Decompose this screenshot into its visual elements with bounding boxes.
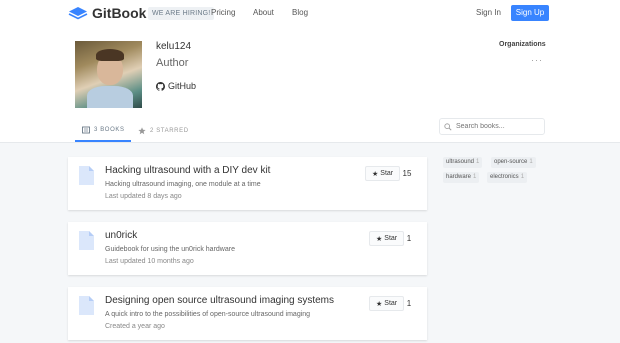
star-button[interactable]: ★ Star	[369, 296, 405, 311]
tag-count: 1	[529, 159, 533, 165]
tag-name: open-source	[494, 159, 528, 165]
tag-count: 1	[520, 174, 525, 180]
book-title[interactable]: Designing open source ultrasound imaging…	[105, 295, 334, 306]
github-label: GitHub	[168, 81, 197, 91]
search-input[interactable]	[456, 123, 536, 130]
hiring-badge[interactable]: WE ARE HIRING!	[148, 7, 215, 20]
star-count[interactable]: 1	[401, 231, 417, 246]
profile-username: kelu124	[156, 41, 192, 52]
top-navbar: GitBook WE ARE HIRING! Pricing About Blo…	[0, 0, 620, 27]
book-description: A quick intro to the possibilities of op…	[105, 311, 311, 318]
book-title[interactable]: un0rick	[105, 230, 137, 241]
book-description: Guidebook for using the un0rick hardware	[105, 246, 235, 253]
nav-pricing-link[interactable]: Pricing	[211, 8, 235, 17]
star-button[interactable]: ★ Star	[369, 231, 405, 246]
star-icon	[138, 126, 146, 134]
star-button-label: Star	[384, 235, 398, 242]
organizations-title: Organizations	[499, 41, 546, 48]
organizations-more[interactable]: ···	[531, 55, 543, 65]
books-list-area: Hacking ultrasound with a DIY dev kit Ha…	[0, 143, 620, 343]
book-card[interactable]: Designing open source ultrasound imaging…	[68, 287, 427, 340]
book-card[interactable]: Hacking ultrasound with a DIY dev kit Ha…	[68, 157, 427, 210]
tag-name: electronics	[490, 174, 519, 180]
book-card[interactable]: un0rick Guidebook for using the un0rick …	[68, 222, 427, 275]
tag-name: ultrasound	[446, 159, 475, 165]
document-icon	[79, 296, 94, 315]
star-icon: ★	[376, 300, 383, 308]
github-link[interactable]: GitHub	[156, 81, 196, 91]
star-button-label: Star	[380, 170, 394, 177]
nav-blog-link[interactable]: Blog	[292, 8, 308, 17]
book-title[interactable]: Hacking ultrasound with a DIY dev kit	[105, 165, 270, 176]
tag-electronics[interactable]: electronics 1	[487, 172, 528, 183]
tag-hardware[interactable]: hardware 1	[443, 172, 480, 183]
tab-books-label: 3 BOOKS	[94, 126, 125, 133]
tag-open-source[interactable]: open-source 1	[491, 157, 536, 168]
search-box[interactable]	[439, 118, 545, 135]
sign-up-button[interactable]: Sign Up	[511, 5, 549, 21]
tag-count: 1	[476, 159, 480, 165]
nav-about-link[interactable]: About	[253, 8, 274, 17]
profile-role: Author	[156, 57, 189, 69]
tab-starred[interactable]: 2 STARRED	[138, 119, 198, 142]
brand-name: GitBook	[92, 5, 147, 21]
github-icon	[156, 81, 165, 91]
star-icon: ★	[376, 235, 383, 243]
tag-name: hardware	[446, 174, 472, 180]
tag-count: 1	[473, 174, 477, 180]
star-button[interactable]: ★ Star	[365, 166, 401, 181]
star-count[interactable]: 15	[397, 166, 417, 181]
star-button-label: Star	[384, 300, 398, 307]
tab-books[interactable]: 3 BOOKS	[75, 119, 131, 142]
avatar	[75, 41, 142, 108]
book-description: Hacking ultrasound imaging, one module a…	[105, 181, 261, 188]
gitbook-logo-icon	[68, 6, 88, 19]
tab-starred-label: 2 STARRED	[150, 127, 189, 134]
book-updated: Last updated 8 days ago	[105, 193, 182, 200]
sign-in-link[interactable]: Sign In	[476, 8, 501, 17]
document-icon	[79, 166, 94, 185]
book-updated: Last updated 10 months ago	[105, 258, 194, 265]
tag-ultrasound[interactable]: ultrasound 1	[443, 157, 483, 168]
star-count[interactable]: 1	[401, 296, 417, 311]
gitbook-logo[interactable]: GitBook	[68, 5, 146, 21]
star-icon: ★	[372, 170, 379, 178]
search-icon	[444, 122, 452, 131]
profile-header: kelu124 Author GitHub Organizations ··· …	[0, 27, 620, 143]
book-updated: Created a year ago	[105, 323, 165, 330]
book-icon	[82, 126, 90, 133]
document-icon	[79, 231, 94, 250]
